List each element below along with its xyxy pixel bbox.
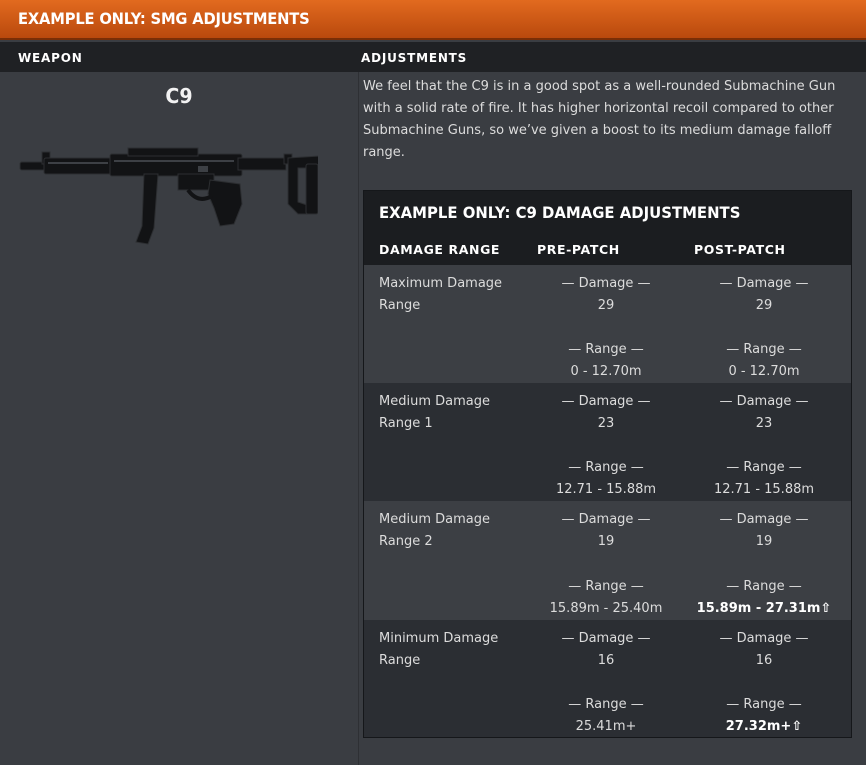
weapon-name: C9	[165, 84, 193, 108]
post-range-value: 27.32m+⇧	[725, 719, 803, 734]
pre-damage-cell: — Damage — 19	[531, 509, 681, 553]
pre-range-value: 12.71 - 15.88m	[555, 482, 657, 497]
pre-range-value: 15.89m - 25.40m	[549, 601, 663, 616]
damage-caption: — Damage —	[719, 394, 809, 409]
smg-rifle-icon	[19, 147, 318, 245]
pre-damage-value: 19	[597, 534, 615, 549]
table-row: Medium Damage Range 2 — Damage — 19 — Da…	[364, 501, 851, 620]
post-range-value: 12.71 - 15.88m	[713, 482, 815, 497]
post-range-cell: — Range — 0 - 12.70m	[689, 339, 839, 383]
post-damage-value: 29	[755, 298, 773, 313]
post-damage-value: 19	[755, 534, 773, 549]
post-damage-value: 23	[755, 416, 773, 431]
pre-damage-cell: — Damage — 29	[531, 273, 681, 317]
page-title: EXAMPLE ONLY: SMG ADJUSTMENTS	[18, 9, 310, 28]
pre-damage-value: 29	[597, 298, 615, 313]
range-caption: — Range —	[568, 697, 644, 712]
row-label: Maximum Damage Range	[379, 276, 503, 313]
weapon-column: C9	[0, 72, 358, 765]
pre-damage-cell: — Damage — 16	[531, 628, 681, 672]
damage-table-title: EXAMPLE ONLY: C9 DAMAGE ADJUSTMENTS	[379, 203, 741, 222]
column-header-bar: WEAPON ADJUSTMENTS	[0, 42, 866, 72]
range-caption: — Range —	[726, 579, 802, 594]
adjustment-description: We feel that the C9 is in a good spot as…	[363, 79, 836, 160]
pre-range-cell: — Range — 12.71 - 15.88m	[531, 457, 681, 501]
weapon-column-header: WEAPON	[18, 51, 83, 65]
pre-damage-cell: — Damage — 23	[531, 391, 681, 435]
damage-table-header: DAMAGE RANGE PRE-PATCH POST-PATCH	[364, 235, 851, 265]
post-range-cell: — Range — 27.32m+⇧	[689, 694, 839, 738]
damage-caption: — Damage —	[719, 512, 809, 527]
pre-range-cell: — Range — 25.41m+	[531, 694, 681, 738]
damage-caption: — Damage —	[719, 631, 809, 646]
post-damage-cell: — Damage — 29	[689, 273, 839, 317]
post-range-cell: — Range — 12.71 - 15.88m	[689, 457, 839, 501]
post-range-value: 0 - 12.70m	[728, 364, 800, 379]
pre-range-value: 25.41m+	[575, 719, 637, 734]
adjustments-column-header: ADJUSTMENTS	[361, 51, 468, 65]
post-damage-cell: — Damage — 23	[689, 391, 839, 435]
pre-range-cell: — Range — 15.89m - 25.40m	[531, 576, 681, 620]
header-post-patch: POST-PATCH	[694, 242, 786, 257]
table-row: Minimum Damage Range — Damage — 16 — Dam…	[364, 620, 851, 737]
pre-damage-value: 23	[597, 416, 615, 431]
range-caption: — Range —	[726, 342, 802, 357]
damage-caption: — Damage —	[561, 512, 651, 527]
adjustments-column: We feel that the C9 is in a good spot as…	[358, 72, 866, 765]
range-caption: — Range —	[726, 697, 802, 712]
damage-table-title-bar: EXAMPLE ONLY: C9 DAMAGE ADJUSTMENTS	[364, 191, 851, 235]
table-row: Medium Damage Range 1 — Damage — 23 — Da…	[364, 383, 851, 501]
damage-adjustments-table: EXAMPLE ONLY: C9 DAMAGE ADJUSTMENTS DAMA…	[363, 190, 852, 738]
pre-range-value: 0 - 12.70m	[570, 364, 642, 379]
header-damage-range: DAMAGE RANGE	[379, 242, 501, 257]
range-caption: — Range —	[568, 579, 644, 594]
post-range-cell: — Range — 15.89m - 27.31m⇧	[689, 576, 839, 620]
damage-caption: — Damage —	[561, 631, 651, 646]
range-caption: — Range —	[568, 460, 644, 475]
post-damage-value: 16	[755, 653, 773, 668]
damage-caption: — Damage —	[719, 276, 809, 291]
post-range-value: 15.89m - 27.31m⇧	[696, 601, 832, 616]
row-label: Medium Damage Range 2	[379, 512, 490, 549]
row-label: Medium Damage Range 1	[379, 394, 490, 431]
header-pre-patch: PRE-PATCH	[537, 242, 620, 257]
table-row: Maximum Damage Range — Damage — 29 — Dam…	[364, 265, 851, 383]
page-header: EXAMPLE ONLY: SMG ADJUSTMENTS	[0, 0, 866, 40]
range-caption: — Range —	[726, 460, 802, 475]
damage-caption: — Damage —	[561, 276, 651, 291]
pre-range-cell: — Range — 0 - 12.70m	[531, 339, 681, 383]
damage-caption: — Damage —	[561, 394, 651, 409]
pre-damage-value: 16	[597, 653, 615, 668]
post-damage-cell: — Damage — 19	[689, 509, 839, 553]
row-label: Minimum Damage Range	[379, 631, 499, 668]
range-caption: — Range —	[568, 342, 644, 357]
post-damage-cell: — Damage — 16	[689, 628, 839, 672]
